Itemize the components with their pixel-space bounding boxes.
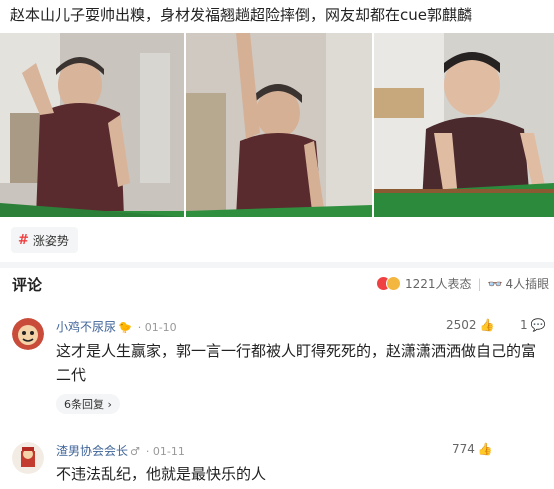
- like-count: 2502: [446, 318, 477, 332]
- topic-tag[interactable]: # 涨姿势: [11, 227, 78, 253]
- separator: |: [477, 276, 482, 291]
- like-count: 774: [452, 442, 475, 456]
- like-button[interactable]: 774 👍: [452, 442, 493, 456]
- section-divider: [0, 262, 554, 268]
- comment-bubble-icon: 💬: [530, 318, 546, 332]
- author-name[interactable]: 渣男协会会长: [56, 444, 128, 458]
- like-button[interactable]: 2502 👍: [446, 318, 495, 332]
- reply-count: 1: [520, 318, 528, 332]
- photo-grid: [0, 33, 554, 217]
- user-badge-icon: 🐤: [118, 321, 132, 334]
- comment-time: · 01-10: [137, 321, 177, 334]
- author-name[interactable]: 小鸡不尿尿: [56, 320, 116, 334]
- comment-author[interactable]: 渣男协会会长 ♂ · 01-11: [56, 442, 185, 459]
- comment-author[interactable]: 小鸡不尿尿 🐤 · 01-10: [56, 318, 177, 335]
- hashtag-icon: #: [18, 232, 29, 248]
- photo-1[interactable]: [0, 33, 184, 217]
- reaction-count: 1221人表态: [405, 277, 472, 291]
- avatar[interactable]: [12, 318, 44, 350]
- avatar[interactable]: [12, 442, 44, 474]
- comments-title: 评论: [12, 276, 43, 294]
- laugh-emoji-icon: [386, 276, 401, 291]
- thumb-up-icon: 👍: [477, 442, 493, 456]
- male-badge-icon: ♂: [130, 445, 140, 458]
- comment-text: 这才是人生赢家，郭一言一行都被人盯得死死的，赵潇潇洒洒做自己的富二代: [56, 342, 537, 384]
- photo-3[interactable]: [374, 33, 554, 217]
- comment-text: 不违法乱纪，他就是最快乐的人: [56, 465, 267, 483]
- reaction-summary[interactable]: 1221人表态 | 👓 4人插眼: [376, 275, 549, 292]
- topic-tag-label: 涨姿势: [32, 233, 69, 248]
- view-replies-button[interactable]: 6条回复 ›: [56, 394, 120, 414]
- reply-button[interactable]: 1 💬: [520, 318, 546, 332]
- watcher-count: 4人插眼: [505, 277, 550, 291]
- glasses-icon: 👓: [487, 276, 503, 291]
- thumb-up-icon: 👍: [479, 318, 495, 332]
- comments-header: 评论 1221人表态 | 👓 4人插眼: [0, 272, 554, 296]
- comment-time: · 01-11: [145, 445, 185, 458]
- article-title: 赵本山儿子耍帅出糗，身材发福翘趟超险摔倒，网友却都在cue郭麒麟: [10, 6, 472, 24]
- photo-2[interactable]: [186, 33, 372, 217]
